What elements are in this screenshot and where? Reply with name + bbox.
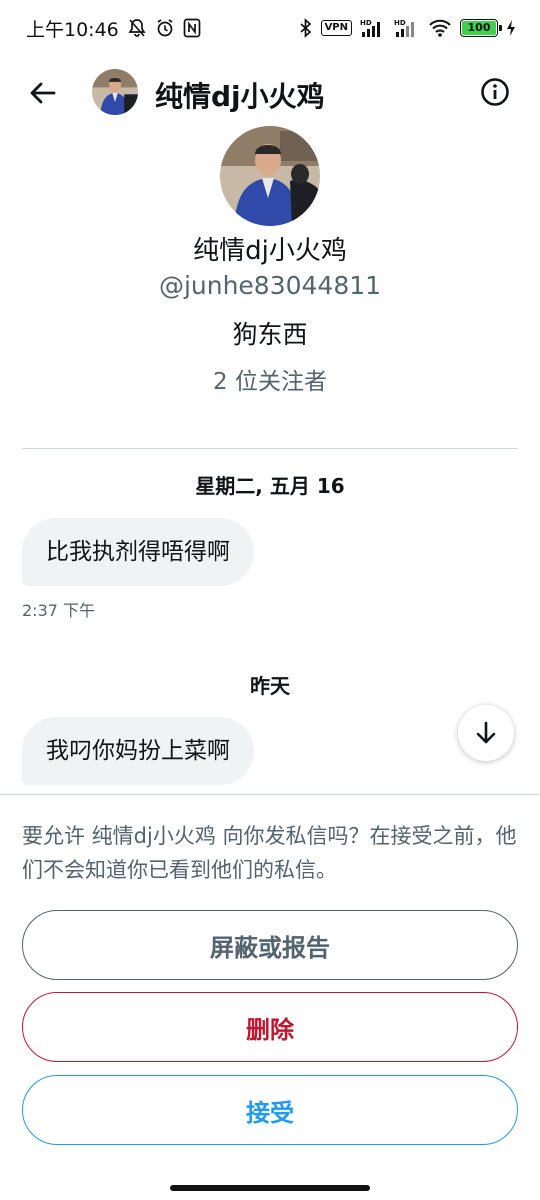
delete-button[interactable]: 删除	[22, 992, 518, 1062]
bluetooth-icon	[299, 18, 313, 38]
nfc-icon	[183, 18, 201, 38]
page-title: 纯情dj小火鸡	[155, 80, 325, 113]
info-icon	[481, 78, 509, 106]
profile-avatar[interactable]	[220, 126, 320, 226]
info-button[interactable]	[478, 75, 512, 109]
profile-handle: @junhe83044811	[158, 271, 382, 300]
arrow-down-icon	[476, 721, 496, 744]
status-time: 上午10:46	[26, 18, 119, 41]
home-indicator[interactable]	[170, 1185, 370, 1191]
message-bubble[interactable]: 我叼你妈扮上菜啊	[22, 717, 254, 785]
dm-request-screen: 上午10:46 VPN HD HD 100 纯情dj小火鸡 纯情dj小火鸡 @j…	[0, 0, 540, 1200]
alarm-icon	[155, 18, 175, 38]
charging-icon	[506, 19, 516, 37]
svg-text:HD: HD	[360, 19, 372, 27]
svg-text:HD: HD	[394, 19, 406, 27]
profile-name: 纯情dj小火鸡	[193, 236, 347, 266]
message-request-panel: 要允许 纯情dj小火鸡 向你发私信吗？在接受之前，他们不会知道你已看到他们的私信…	[0, 794, 540, 1200]
profile-bio: 狗东西	[232, 320, 308, 349]
message-timestamp: 2:37 下午	[22, 601, 96, 620]
battery-icon: 100	[460, 19, 502, 37]
back-button[interactable]	[26, 76, 60, 110]
divider	[22, 448, 518, 449]
silent-bell-icon	[127, 18, 147, 38]
status-bar: 上午10:46 VPN HD HD 100	[0, 0, 540, 56]
request-prompt: 要允许 纯情dj小火鸡 向你发私信吗？在接受之前，他们不会知道你已看到他们的私信…	[22, 824, 517, 882]
block-or-report-button[interactable]: 屏蔽或报告	[22, 910, 518, 980]
back-arrow-icon	[30, 82, 56, 104]
date-separator: 昨天	[250, 674, 290, 698]
date-separator: 星期二, 五月 16	[195, 474, 345, 498]
followers-count[interactable]: 2 位关注者	[0, 366, 540, 398]
vpn-icon: VPN	[320, 20, 352, 36]
profile-summary: 纯情dj小火鸡 @junhe83044811 狗东西 2 位关注者	[0, 126, 540, 398]
accept-button[interactable]: 接受	[22, 1075, 518, 1145]
conversation-header: 纯情dj小火鸡	[0, 62, 540, 122]
battery-level: 100	[462, 21, 496, 35]
signal-hd-icon: HD	[360, 18, 386, 38]
scroll-to-bottom-button[interactable]	[458, 705, 514, 761]
message-bubble[interactable]: 比我执剂得唔得啊	[22, 518, 254, 586]
avatar[interactable]	[92, 69, 138, 115]
wifi-icon	[428, 18, 452, 38]
signal-hd-icon-2: HD	[394, 18, 420, 38]
